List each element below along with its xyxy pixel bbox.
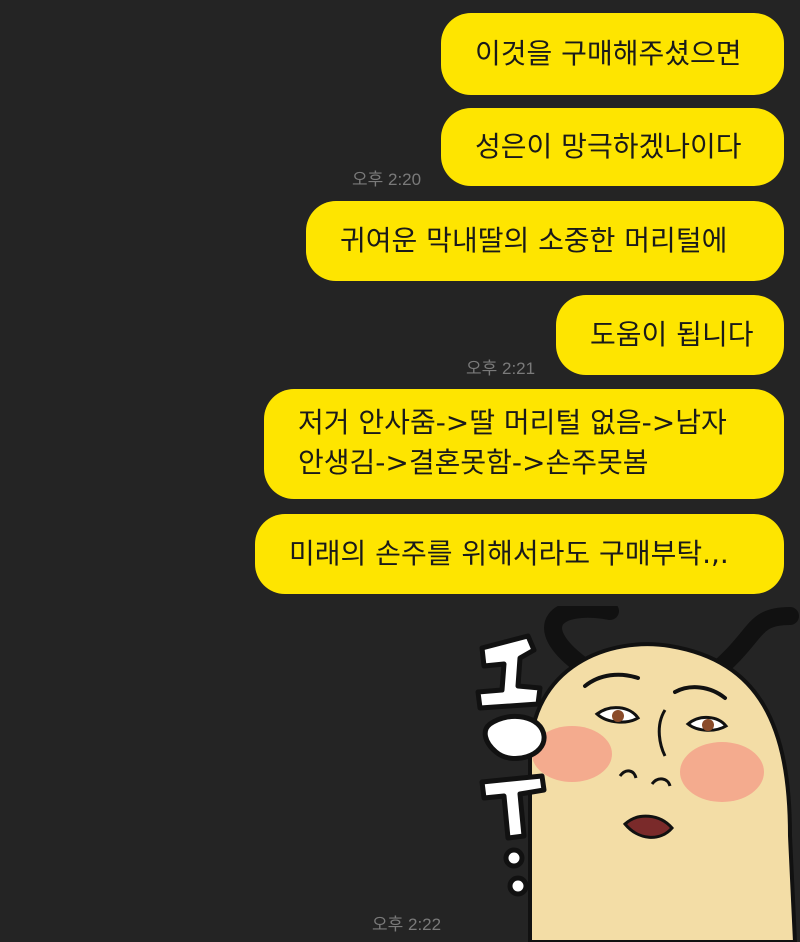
message-text: 이것을 구매해주셨으면 [475, 37, 742, 70]
message-bubble[interactable]: 이것을 구매해주셨으면 [441, 13, 784, 95]
message-bubble[interactable]: 도움이 됩니다 [556, 295, 784, 375]
message-text-line: 안생김->결혼못함->손주못봄 [298, 446, 649, 479]
message-bubble[interactable]: 미래의 손주를 위해서라도 구매부탁.,. [255, 514, 784, 594]
timestamp: 오후 2:21 [466, 359, 536, 378]
message-bubble[interactable]: 저거 안사줌->딸 머리털 없음->남자 안생김->결혼못함->손주못봄 [264, 389, 784, 499]
message-bubble[interactable]: 귀여운 막내딸의 소중한 머리털에 [306, 201, 784, 281]
message-text: 미래의 손주를 위해서라도 구매부탁.,. [289, 537, 729, 570]
message-text-line: 저거 안사줌->딸 머리털 없음->남자 [298, 406, 727, 439]
message-text: 성은이 망극하겠나이다 [475, 130, 742, 163]
face-sticker-icon[interactable] [460, 606, 800, 942]
sticker-drawing [475, 606, 799, 942]
timestamp: 오후 2:22 [372, 915, 442, 934]
message-bubble[interactable]: 성은이 망극하겠나이다 [441, 108, 784, 186]
timestamp: 오후 2:20 [352, 170, 422, 189]
message-text: 도움이 됩니다 [590, 318, 754, 351]
message-text: 귀여운 막내딸의 소중한 머리털에 [340, 224, 728, 257]
